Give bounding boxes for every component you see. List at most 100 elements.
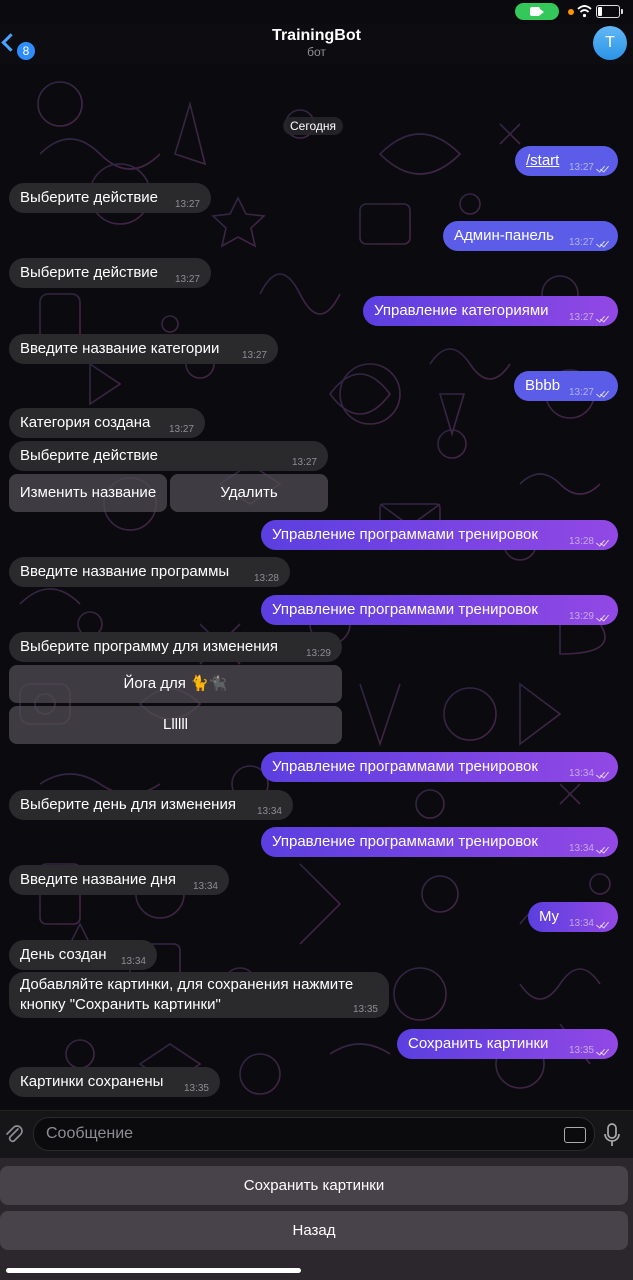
chat-subtitle: бот xyxy=(307,45,326,59)
read-checkmarks-icon xyxy=(596,538,610,546)
message-time: 13:27 xyxy=(568,237,594,248)
message-incoming[interactable]: Введите название программы 13:28 xyxy=(9,557,290,587)
status-bar xyxy=(0,0,633,24)
message-text: Управление программами тренировок xyxy=(272,833,538,850)
message-outgoing[interactable]: Управление программами тренировок 13:34 xyxy=(261,827,618,857)
date-separator: Сегодня xyxy=(283,117,343,135)
read-checkmarks-icon xyxy=(596,314,610,322)
message-time: 13:27 xyxy=(291,457,317,468)
reply-button-save-images[interactable]: Сохранить картинки xyxy=(0,1166,628,1205)
message-input[interactable]: Сообщение xyxy=(33,1117,595,1151)
bot-avatar[interactable]: T xyxy=(593,26,627,60)
read-checkmarks-icon xyxy=(596,164,610,172)
microphone-icon[interactable] xyxy=(603,1123,621,1147)
message-input-placeholder: Сообщение xyxy=(46,1125,134,1142)
message-text: Добавляйте картинки, для сохранения нажм… xyxy=(20,976,354,993)
message-text: Управление программами тренировок xyxy=(272,601,538,618)
message-outgoing[interactable]: My 13:34 xyxy=(528,902,618,932)
message-time: 13:34 xyxy=(192,881,218,892)
message-incoming[interactable]: Добавляйте картинки, для сохранения нажм… xyxy=(9,972,389,1018)
message-text: Bbbb xyxy=(525,377,561,394)
message-incoming[interactable]: Выберите действие 13:27 xyxy=(9,258,211,288)
telegram-chat-screen: 8 TrainingBot бот T Сегодня /start 13:27… xyxy=(0,0,633,1280)
read-checkmarks-icon xyxy=(596,770,610,778)
reply-button-back[interactable]: Назад xyxy=(0,1211,628,1250)
message-time: 13:27 xyxy=(174,199,200,210)
message-text: Введите название программы xyxy=(20,563,230,580)
message-time: 13:29 xyxy=(305,648,331,659)
message-outgoing[interactable]: Управление программами тренировок 13:28 xyxy=(261,520,618,550)
message-outgoing[interactable]: Управление программами тренировок 13:29 xyxy=(261,595,618,625)
message-time: 13:29 xyxy=(568,611,594,622)
message-incoming[interactable]: Введите название категории 13:27 xyxy=(9,334,278,364)
message-text: Выберите действие xyxy=(20,447,159,464)
read-checkmarks-icon xyxy=(596,845,610,853)
message-time: 13:34 xyxy=(256,806,282,817)
message-incoming[interactable]: Выберите действие 13:27 xyxy=(9,441,328,471)
message-outgoing[interactable]: Админ-панель 13:27 xyxy=(443,221,618,251)
message-text: My xyxy=(539,908,559,925)
message-time: 13:28 xyxy=(253,573,279,584)
message-text: Управление категориями xyxy=(374,302,549,319)
chat-title[interactable]: TrainingBot xyxy=(0,27,633,45)
read-checkmarks-icon xyxy=(596,613,610,621)
attach-icon[interactable] xyxy=(4,1123,24,1145)
inline-button-program-llllll[interactable]: Llllll xyxy=(9,706,342,744)
message-time: 13:27 xyxy=(241,350,267,361)
read-checkmarks-icon xyxy=(596,1047,610,1055)
message-incoming[interactable]: Картинки сохранены 13:35 xyxy=(9,1067,220,1097)
message-outgoing[interactable]: Сохранить картинки 13:35 xyxy=(397,1029,618,1059)
message-incoming[interactable]: Категория создана 13:27 xyxy=(9,408,205,438)
message-incoming[interactable]: Выберите действие 13:27 xyxy=(9,183,211,213)
message-text: Управление программами тренировок xyxy=(272,758,538,775)
message-time: 13:27 xyxy=(568,162,594,173)
message-incoming[interactable]: Выберите программу для изменения 13:29 xyxy=(9,632,342,662)
message-text: Выберите день для изменения xyxy=(20,796,236,813)
read-checkmarks-icon xyxy=(596,239,610,247)
message-time: 13:27 xyxy=(168,424,194,435)
message-incoming[interactable]: День создан 13:34 xyxy=(9,940,157,970)
message-time: 13:34 xyxy=(568,768,594,779)
message-text: Выберите действие xyxy=(20,264,159,281)
message-input-bar: Сообщение xyxy=(0,1110,633,1159)
message-time: 13:28 xyxy=(568,536,594,547)
message-incoming[interactable]: Выберите день для изменения 13:34 xyxy=(9,790,293,820)
message-time: 13:27 xyxy=(174,274,200,285)
message-time: 13:35 xyxy=(183,1083,209,1094)
message-text: Управление программами тренировок xyxy=(272,526,538,543)
message-time: 13:34 xyxy=(568,918,594,929)
message-text: Категория создана xyxy=(20,414,151,431)
message-outgoing[interactable]: Управление программами тренировок 13:34 xyxy=(261,752,618,782)
message-time: 13:27 xyxy=(568,387,594,398)
message-text: Сохранить картинки xyxy=(408,1035,549,1052)
message-outgoing[interactable]: Bbbb 13:27 xyxy=(514,371,618,401)
message-text: Картинки сохранены xyxy=(20,1073,164,1090)
message-text: Выберите действие xyxy=(20,189,159,206)
inline-button-rename[interactable]: Изменить название xyxy=(9,474,167,512)
message-text[interactable]: /start xyxy=(526,152,559,169)
message-time: 13:34 xyxy=(120,956,146,967)
message-text: Админ-панель xyxy=(454,227,554,244)
message-time: 13:34 xyxy=(568,843,594,854)
message-time: 13:27 xyxy=(568,312,594,323)
message-time: 13:35 xyxy=(568,1045,594,1056)
message-text: Введите название категории xyxy=(20,340,220,357)
message-text-line2: кнопку "Сохранить картинки" xyxy=(20,996,221,1013)
inline-button-delete[interactable]: Удалить xyxy=(170,474,328,512)
message-time: 13:35 xyxy=(352,1004,378,1015)
keyboard-icon[interactable] xyxy=(564,1127,586,1143)
battery-icon xyxy=(596,5,623,18)
message-outgoing[interactable]: /start 13:27 xyxy=(515,146,618,176)
recording-indicator xyxy=(568,9,574,15)
wifi-icon xyxy=(577,5,592,18)
read-checkmarks-icon xyxy=(596,920,610,928)
message-text: Введите название дня xyxy=(20,871,176,888)
message-text: День создан xyxy=(20,946,107,963)
read-checkmarks-icon xyxy=(596,389,610,397)
home-indicator xyxy=(6,1268,301,1273)
message-incoming[interactable]: Введите название дня 13:34 xyxy=(9,865,229,895)
message-text: Выберите программу для изменения xyxy=(20,638,279,655)
chat-header: 8 TrainingBot бот T xyxy=(0,24,633,64)
message-outgoing[interactable]: Управление категориями 13:27 xyxy=(363,296,618,326)
inline-button-program-yoga[interactable]: Йога для 🐈🐈‍⬛ xyxy=(9,665,342,703)
